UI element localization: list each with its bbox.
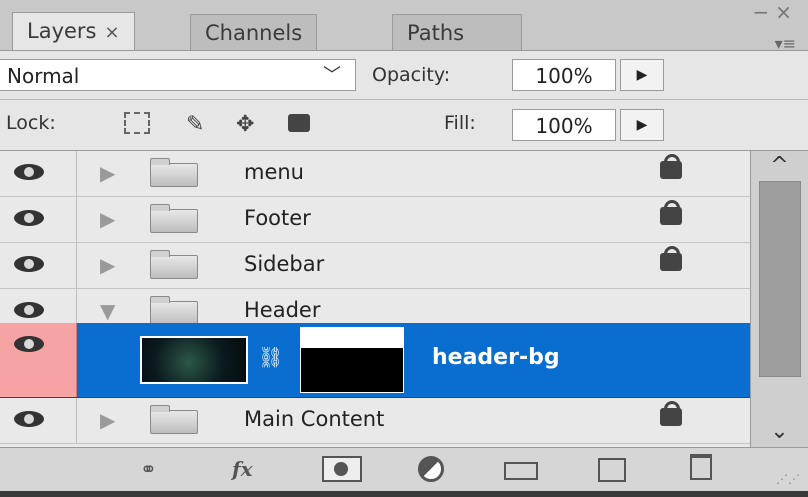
fill-label: Fill: [444,112,476,134]
scroll-up-icon[interactable]: ^ [751,151,808,181]
blend-mode-select[interactable]: Normal ﹀ [0,59,356,91]
opacity-slider-button[interactable]: ▶ [620,59,664,91]
lock-options-row: Lock: Fill: 100% ▶ [0,100,808,151]
expand-arrow-icon[interactable]: ▶ [100,207,115,231]
tab-layers-label: Layers [27,19,97,43]
lock-icon [660,246,682,271]
new-layer-icon[interactable] [598,458,626,482]
eye-icon [14,411,44,427]
eye-icon [14,256,44,272]
eye-icon [14,336,44,352]
folder-icon [150,250,198,279]
scroll-thumb[interactable] [759,181,801,377]
layer-row-main-content[interactable]: ▶ Main Content [0,398,750,444]
mask-link-icon[interactable]: ⛓ [258,345,283,369]
tab-channels[interactable]: Channels [190,14,318,50]
vertical-scrollbar[interactable]: ^ ⌄ [750,151,808,447]
visibility-toggle[interactable] [0,323,77,397]
panel-tab-bar: Layers × Channels Paths −× ▾≡ [0,0,808,53]
blend-mode-value: Normal [7,64,80,88]
eye-icon [14,164,44,180]
layer-name: Footer [244,206,311,230]
close-icon[interactable]: × [775,0,798,24]
lock-image-brush-icon[interactable]: ✎ [186,112,204,137]
layer-thumbnail[interactable] [140,336,248,384]
fill-field[interactable]: 100% [512,109,616,141]
visibility-toggle[interactable] [0,197,77,242]
visibility-toggle[interactable] [0,398,77,443]
layer-name: Sidebar [244,252,325,276]
expand-arrow-icon[interactable]: ▶ [100,253,115,277]
fx-icon[interactable]: fx [232,457,253,481]
lock-position-move-icon[interactable]: ✥ [236,112,254,137]
layer-name: Main Content [244,407,385,431]
window-controls: −× [752,0,798,24]
tab-close-icon[interactable]: × [105,22,120,43]
collapse-arrow-icon[interactable]: ▼ [100,299,115,323]
add-mask-icon[interactable] [322,456,362,482]
opacity-field[interactable]: 100% [512,59,616,91]
layer-row-header-bg[interactable]: ⛓ header-bg [0,323,750,398]
fill-slider-button[interactable]: ▶ [620,109,664,141]
tab-channels-label: Channels [205,21,303,45]
lock-transparent-icon[interactable] [124,112,150,134]
lock-all-icon[interactable] [288,114,310,132]
expand-arrow-icon[interactable]: ▶ [100,161,115,185]
tab-layers[interactable]: Layers × [12,12,135,50]
expand-arrow-icon[interactable]: ▶ [100,408,115,432]
lock-icon [660,154,682,179]
adjustment-layer-icon[interactable] [418,456,444,482]
folder-icon [150,204,198,233]
tab-paths-label: Paths [407,21,465,45]
visibility-toggle[interactable] [0,243,77,288]
lock-label: Lock: [6,112,56,134]
link-layers-icon[interactable]: ⚭ [140,457,157,481]
layers-list: ▶ menu ▶ Footer ▶ Sidebar ▼ Header ⛓ hea… [0,151,750,447]
new-group-icon[interactable] [504,462,538,480]
resize-grip-icon[interactable]: ⋰⋰ [776,472,800,486]
folder-icon [150,296,198,325]
eye-icon [14,210,44,226]
chevron-down-icon: ﹀ [323,65,341,86]
folder-icon [150,405,198,434]
layer-row-sidebar[interactable]: ▶ Sidebar [0,243,750,289]
tab-paths[interactable]: Paths [392,14,522,50]
visibility-toggle[interactable] [0,151,77,196]
lock-icon [660,200,682,225]
minimize-icon[interactable]: − [752,0,775,24]
lock-icon [660,401,682,426]
layer-row-menu[interactable]: ▶ menu [0,151,750,197]
layer-name: menu [244,160,304,184]
layer-mask-thumbnail[interactable] [300,327,404,393]
layer-name: Header [244,298,321,322]
layers-bottom-toolbar: ⚭ fx ⋰⋰ [0,447,808,492]
folder-icon [150,158,198,187]
panel-bottom-border [0,491,808,497]
eye-icon [14,302,44,318]
blend-options-row: Normal ﹀ Opacity: 100% ▶ [0,51,808,100]
layer-name: header-bg [432,345,560,370]
scroll-down-icon[interactable]: ⌄ [751,417,808,447]
opacity-label: Opacity: [372,64,451,86]
layer-row-footer[interactable]: ▶ Footer [0,197,750,243]
trash-icon[interactable] [690,454,712,480]
